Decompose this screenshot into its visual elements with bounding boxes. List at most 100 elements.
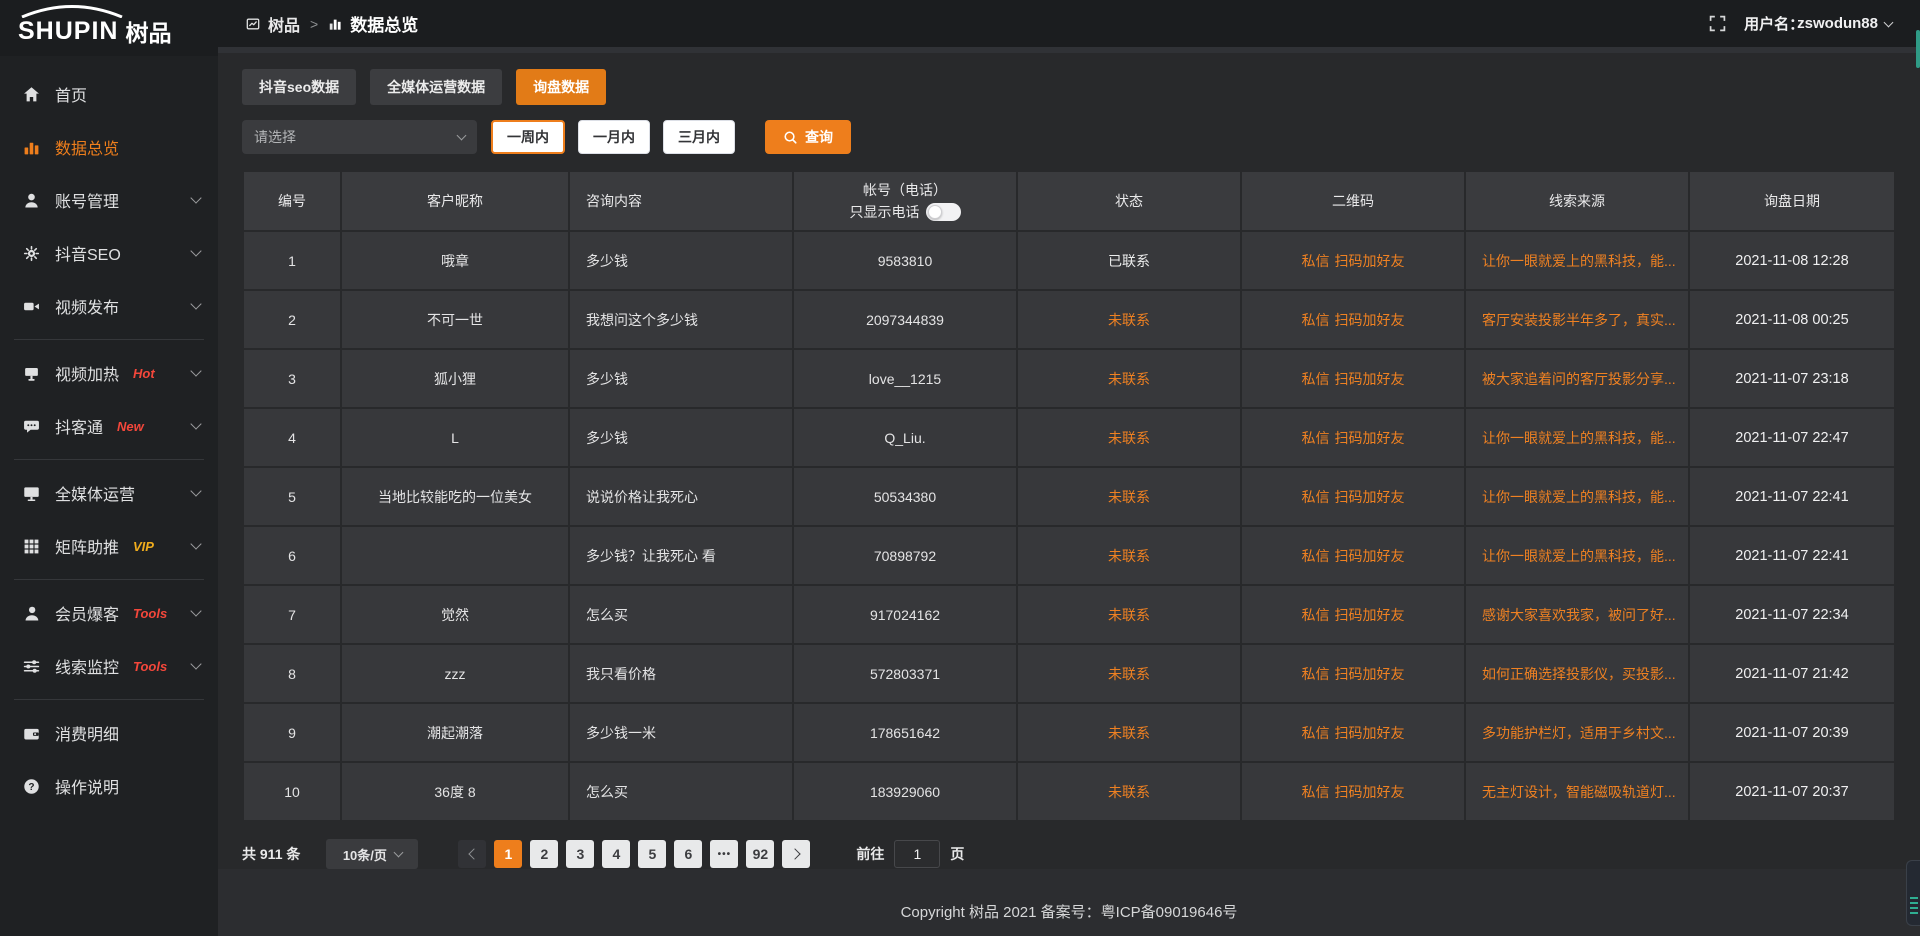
source-link[interactable]: 让你一眼就爱上的黑科技，能...: [1482, 430, 1676, 446]
private-message-link[interactable]: 私信: [1302, 607, 1330, 623]
cell-content: 多少钱: [570, 350, 792, 407]
cell-source: 多功能护栏灯，适用于乡村文...: [1466, 704, 1688, 761]
sidebar-item-label: 抖客通: [55, 414, 103, 438]
signboard-icon: [22, 364, 40, 382]
cell-nickname: L: [342, 409, 568, 466]
tab-inquiry-data[interactable]: 询盘数据: [516, 69, 606, 105]
cell-id: 9: [244, 704, 340, 761]
sidebar-item-consumption-detail[interactable]: 消费明细: [0, 708, 218, 758]
private-message-link[interactable]: 私信: [1302, 253, 1330, 269]
source-link[interactable]: 感谢大家喜欢我家，被问了好...: [1482, 607, 1676, 623]
sidebar-item-member-burst[interactable]: 会员爆客 Tools: [0, 588, 218, 638]
private-message-link[interactable]: 私信: [1302, 725, 1330, 741]
scan-add-friend-link[interactable]: 扫码加好友: [1335, 607, 1405, 623]
scan-add-friend-link[interactable]: 扫码加好友: [1335, 725, 1405, 741]
col-header-id: 编号: [244, 172, 340, 230]
range-week-button[interactable]: 一周内: [491, 120, 565, 154]
sidebar-item-all-media[interactable]: 全媒体运营: [0, 468, 218, 518]
scan-add-friend-link[interactable]: 扫码加好友: [1335, 371, 1405, 387]
range-quarter-button[interactable]: 三月内: [663, 120, 735, 154]
source-link[interactable]: 多功能护栏灯，适用于乡村文...: [1482, 725, 1676, 741]
floating-chat-widget[interactable]: [1906, 860, 1920, 926]
private-message-link[interactable]: 私信: [1302, 666, 1330, 682]
goto-page-input[interactable]: [894, 840, 940, 868]
source-link[interactable]: 让你一眼就爱上的黑科技，能...: [1482, 253, 1676, 269]
scan-add-friend-link[interactable]: 扫码加好友: [1335, 312, 1405, 328]
source-link[interactable]: 让你一眼就爱上的黑科技，能...: [1482, 489, 1676, 505]
chevron-down-icon: [190, 298, 201, 309]
next-page-button[interactable]: [782, 840, 810, 868]
cell-account: 178651642: [794, 704, 1016, 761]
private-message-link[interactable]: 私信: [1302, 371, 1330, 387]
user-menu[interactable]: 用户名：zswodun88: [1744, 13, 1892, 34]
cell-date: 2021-11-07 22:41: [1690, 527, 1894, 584]
col-header-content: 咨询内容: [570, 172, 792, 230]
sidebar-item-account[interactable]: 账号管理: [0, 175, 218, 225]
sidebar-item-home[interactable]: 首页: [0, 69, 218, 119]
cell-status: 未联系: [1018, 527, 1240, 584]
range-month-button[interactable]: 一月内: [578, 120, 650, 154]
scrollbar-thumb[interactable]: [1916, 30, 1920, 68]
content-top-strip: [218, 47, 1920, 53]
brand-logo[interactable]: SHUPIN 树品: [0, 0, 218, 56]
sidebar-item-video-publish[interactable]: 视频发布: [0, 281, 218, 331]
cell-status: 未联系: [1018, 350, 1240, 407]
table-row: 1 哦章 多少钱 9583810 已联系 私信扫码加好友 让你一眼就爱上的黑科技…: [244, 232, 1894, 289]
more-pages-button[interactable]: •••: [710, 840, 738, 868]
chevron-down-icon: [393, 848, 403, 858]
source-link[interactable]: 无主灯设计，智能磁吸轨道灯...: [1482, 784, 1676, 800]
sidebar-item-lead-monitor[interactable]: 线索监控 Tools: [0, 641, 218, 691]
page-button-3[interactable]: 3: [566, 840, 594, 868]
scan-add-friend-link[interactable]: 扫码加好友: [1335, 784, 1405, 800]
cell-account: 70898792: [794, 527, 1016, 584]
phone-only-toggle[interactable]: [926, 203, 961, 221]
sidebar-item-douketong[interactable]: 抖客通 New: [0, 401, 218, 451]
source-link[interactable]: 被大家追着问的客厅投影分享...: [1482, 371, 1676, 387]
source-link[interactable]: 客厅安装投影半年多了，真实...: [1482, 312, 1676, 328]
cell-content: 怎么买: [570, 586, 792, 643]
account-select[interactable]: 请选择: [242, 120, 477, 154]
col-header-account: 帐号（电话） 只显示电话: [794, 172, 1016, 230]
sidebar-item-label: 首页: [55, 82, 87, 106]
prev-page-button[interactable]: [458, 840, 486, 868]
source-link[interactable]: 如何正确选择投影仪，买投影...: [1482, 666, 1676, 682]
sidebar-divider: [14, 579, 204, 580]
page-button-4[interactable]: 4: [602, 840, 630, 868]
cell-source: 感谢大家喜欢我家，被问了好...: [1466, 586, 1688, 643]
sidebar-item-matrix-boost[interactable]: 矩阵助推 VIP: [0, 521, 218, 571]
page-button-92[interactable]: 92: [746, 840, 774, 868]
cell-date: 2021-11-07 20:37: [1690, 763, 1894, 820]
chevron-down-icon: [190, 245, 201, 256]
tab-all-media-data[interactable]: 全媒体运营数据: [370, 69, 502, 105]
sidebar-item-data-overview[interactable]: 数据总览: [0, 122, 218, 172]
page-button-1[interactable]: 1: [494, 840, 522, 868]
private-message-link[interactable]: 私信: [1302, 489, 1330, 505]
page-button-6[interactable]: 6: [674, 840, 702, 868]
private-message-link[interactable]: 私信: [1302, 430, 1330, 446]
private-message-link[interactable]: 私信: [1302, 312, 1330, 328]
query-button[interactable]: 查询: [765, 120, 851, 154]
pagination-total: 共 911 条: [242, 844, 300, 864]
breadcrumb-root[interactable]: 树品: [268, 12, 300, 36]
page-button-2[interactable]: 2: [530, 840, 558, 868]
scan-add-friend-link[interactable]: 扫码加好友: [1335, 489, 1405, 505]
scan-add-friend-link[interactable]: 扫码加好友: [1335, 430, 1405, 446]
select-placeholder: 请选择: [254, 127, 296, 147]
chevron-left-icon: [468, 848, 479, 859]
phone-toggle-label: 只显示电话: [850, 204, 920, 220]
scan-add-friend-link[interactable]: 扫码加好友: [1335, 666, 1405, 682]
page-size-select[interactable]: 10条/页: [326, 839, 418, 869]
scan-add-friend-link[interactable]: 扫码加好友: [1335, 548, 1405, 564]
cell-account: 572803371: [794, 645, 1016, 702]
sidebar-item-instructions[interactable]: ? 操作说明: [0, 761, 218, 811]
private-message-link[interactable]: 私信: [1302, 548, 1330, 564]
source-link[interactable]: 让你一眼就爱上的黑科技，能...: [1482, 548, 1676, 564]
tab-douyin-seo-data[interactable]: 抖音seo数据: [242, 69, 356, 105]
private-message-link[interactable]: 私信: [1302, 784, 1330, 800]
sidebar-item-label: 数据总览: [55, 135, 119, 159]
page-button-5[interactable]: 5: [638, 840, 666, 868]
scan-add-friend-link[interactable]: 扫码加好友: [1335, 253, 1405, 269]
sidebar-item-video-heat[interactable]: 视频加热 Hot: [0, 348, 218, 398]
fullscreen-icon[interactable]: [1709, 15, 1726, 32]
sidebar-item-douyin-seo[interactable]: 抖音SEO: [0, 228, 218, 278]
